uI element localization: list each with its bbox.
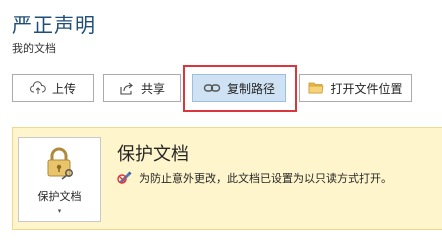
protect-document-title: 保护文档 bbox=[117, 144, 189, 165]
protect-document-description: 为防止意外更改，此文档已设置为以只读方式打开。 bbox=[117, 168, 392, 187]
share-icon bbox=[119, 81, 135, 95]
protect-document-panel: 保护文档 ▾ 保护文档 为防止意外更改，此文档已设置为以只读方式打开。 bbox=[12, 127, 442, 230]
share-label: 共享 bbox=[140, 81, 165, 96]
cloud-upload-icon bbox=[30, 81, 46, 95]
upload-button[interactable]: 上传 bbox=[12, 74, 94, 102]
chevron-down-icon: ▾ bbox=[57, 207, 62, 215]
folder-icon bbox=[308, 81, 324, 95]
open-file-location-button[interactable]: 打开文件位置 bbox=[299, 74, 412, 102]
upload-label: 上传 bbox=[51, 81, 76, 96]
document-location: 我的文档 bbox=[12, 42, 56, 55]
share-button[interactable]: 共享 bbox=[103, 74, 181, 102]
protect-document-description-text: 为防止意外更改，此文档已设置为以只读方式打开。 bbox=[139, 171, 392, 185]
protect-document-button[interactable]: 保护文档 ▾ bbox=[18, 137, 101, 222]
lock-key-icon bbox=[43, 146, 77, 184]
protect-document-button-label: 保护文档 bbox=[37, 190, 82, 203]
no-edit-icon bbox=[117, 168, 133, 187]
page-title: 严正声明 bbox=[12, 13, 96, 37]
highlight-box bbox=[183, 65, 297, 112]
open-file-location-label: 打开文件位置 bbox=[330, 81, 403, 96]
